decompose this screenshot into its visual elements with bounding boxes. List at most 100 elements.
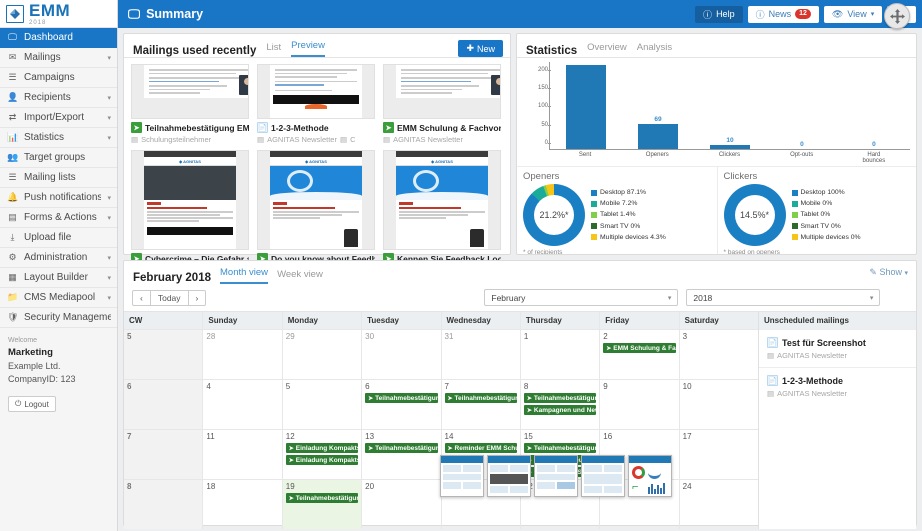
- sidebar-item-mailing-lists[interactable]: ☰Mailing lists: [0, 168, 117, 188]
- tab-overview[interactable]: Overview: [587, 43, 627, 58]
- calendar-day-cell[interactable]: 13➤Teilnahmebestätigung EMM Sc: [362, 429, 440, 479]
- calendar-day-cell[interactable]: 10: [680, 379, 758, 429]
- sidebar-item-label: Target groups: [24, 152, 111, 163]
- calendar-day-cell[interactable]: 4: [203, 379, 281, 429]
- sidebar-item-recipients[interactable]: 👤Recipients▾: [0, 88, 117, 108]
- mailing-thumbnail[interactable]: ◆ AGNITAS: [257, 150, 375, 250]
- app-logo[interactable]: EMM 2018: [0, 0, 117, 28]
- calendar-event[interactable]: ➤Kampagnen und Newsletter T: [524, 405, 596, 415]
- calendar-event[interactable]: ➤Teilnahmebestätigung EMM Sc: [365, 443, 437, 453]
- calendar-event[interactable]: ➤Einladung Kompaktseminar Lo: [286, 443, 358, 453]
- calendar-day-cell[interactable]: 1: [521, 329, 599, 379]
- calendar-event[interactable]: ➤Teilnahmebestätigung EMM Sc: [445, 393, 517, 403]
- today-button[interactable]: Today: [150, 290, 189, 306]
- unscheduled-mailing-item[interactable]: 📄1-2-3-Methode▤AGNITAS Newsletter: [759, 367, 916, 405]
- list-icon: ▤: [131, 135, 138, 144]
- gear-icon: ⚙: [7, 252, 18, 263]
- mailing-thumbnail[interactable]: [131, 64, 249, 119]
- calendar-week-number: 5: [124, 329, 202, 379]
- calendar-day-cell[interactable]: 5: [283, 379, 361, 429]
- monitor-icon: 🖵: [128, 7, 140, 22]
- calendar-event[interactable]: ➤Teilnahmebestätigung EMM Sc: [286, 493, 358, 503]
- calendar-day-cell[interactable]: 20: [362, 479, 440, 529]
- sidebar-item-import-export[interactable]: ⇄Import/Export▾: [0, 108, 117, 128]
- sidebar-item-mailings[interactable]: ✉Mailings▾: [0, 48, 117, 68]
- sidebar-item-campaigns[interactable]: ☰Campaigns: [0, 68, 117, 88]
- calendar-day-cell[interactable]: 19➤Teilnahmebestätigung EMM Sc: [283, 479, 361, 529]
- mailing-thumbnail[interactable]: ◆ AGNITAS: [131, 150, 249, 250]
- mailing-card[interactable]: 📄1-2-3-Methode▤AGNITAS Newsletter▤C: [253, 62, 379, 148]
- sidebar-item-upload-file[interactable]: ⤓Upload file: [0, 228, 117, 248]
- preview-thumbnail[interactable]: [534, 455, 578, 497]
- calendar-day-cell[interactable]: 28: [203, 329, 281, 379]
- calendar-day-cell[interactable]: 6➤Teilnahmebestätigung EMM Sc: [362, 379, 440, 429]
- new-mailing-button[interactable]: ✚ New: [458, 40, 503, 57]
- mailing-card[interactable]: ◆ AGNITAS➤Kennen Sie Feedback Loops?: [379, 148, 505, 268]
- mailing-card[interactable]: ◆ AGNITAS➤Cybercrime – Die Gefahr aus...: [127, 148, 253, 268]
- preview-thumbnails-overlay[interactable]: ⌐: [440, 455, 672, 497]
- mailing-thumbnail[interactable]: ◆ AGNITAS: [383, 150, 501, 250]
- sidebar-item-security-management[interactable]: 🛡Security Management: [0, 308, 117, 328]
- next-month-button[interactable]: ›: [188, 290, 207, 306]
- mailing-thumbnail[interactable]: [383, 64, 501, 119]
- calendar-event[interactable]: ➤Teilnahmebestätigung EMM Sc: [524, 393, 596, 403]
- legend-entry: Desktop 87.1%: [591, 187, 666, 198]
- calendar-day-cell[interactable]: 8➤Teilnahmebestätigung EMM Sc➤Kampagnen …: [521, 379, 599, 429]
- sidebar-item-cms-mediapool[interactable]: 📁CMS Mediapool▾: [0, 288, 117, 308]
- calendar-event[interactable]: ➤Teilnahmebestätigung EMM Sc: [524, 443, 596, 453]
- calendar-day-cell[interactable]: 12➤Einladung Kompaktseminar Lo➤Einladung…: [283, 429, 361, 479]
- sidebar-item-push-notifications[interactable]: 🔔Push notifications▾: [0, 188, 117, 208]
- mailing-thumbnail[interactable]: [257, 64, 375, 119]
- calendar-day-cell[interactable]: 7➤Teilnahmebestätigung EMM Sc: [442, 379, 520, 429]
- tab-list[interactable]: List: [266, 43, 281, 58]
- preview-thumbnail[interactable]: [440, 455, 484, 497]
- calendar-day-cell[interactable]: 9: [600, 379, 678, 429]
- calendar-day-cell[interactable]: 29: [283, 329, 361, 379]
- show-button[interactable]: ✎ Show ▾: [869, 267, 908, 278]
- mailing-card[interactable]: ◆ AGNITAS➤Do you know about Feedbac...: [253, 148, 379, 268]
- calendar-day-cell[interactable]: 18: [203, 479, 281, 529]
- mailing-card[interactable]: ➤Teilnahmebestätigung EMM ...▤Schulungst…: [127, 62, 253, 148]
- calendar-event[interactable]: ➤Einladung Kompaktseminar Lo: [286, 455, 358, 465]
- calendar-day-cell[interactable]: 2➤EMM Schulung & Fachvortrag: [600, 329, 678, 379]
- logout-button[interactable]: ⏻ Logout: [8, 396, 56, 412]
- mailing-card[interactable]: ➤EMM Schulung & Fachvortra...▤AGNITAS Ne…: [379, 62, 505, 148]
- calendar-column-sunday: Sunday2841118: [202, 312, 281, 529]
- calendar-event[interactable]: ➤Teilnahmebestätigung EMM Sc: [365, 393, 437, 403]
- sidebar-item-statistics[interactable]: 📊Statistics▾: [0, 128, 117, 148]
- sidebar-item-dashboard[interactable]: 🖵Dashboard: [0, 28, 117, 48]
- help-button[interactable]: ⓘ Help: [695, 6, 743, 23]
- calendar-day-cell[interactable]: 24: [680, 479, 758, 529]
- sidebar-item-layout-builder[interactable]: ▦Layout Builder▾: [0, 268, 117, 288]
- calendar-day-cell[interactable]: 31: [442, 329, 520, 379]
- chevron-down-icon: ▾: [107, 274, 111, 282]
- legend-entry: Tablet 0%: [792, 209, 861, 220]
- tab-month-view[interactable]: Month view: [220, 268, 268, 285]
- calendar-event[interactable]: ➤EMM Schulung & Fachvortrag: [603, 343, 675, 353]
- view-button[interactable]: 👁 View ▾: [824, 6, 882, 23]
- calendar-event[interactable]: ➤Reminder EMM Schulung & Fa: [445, 443, 517, 453]
- calendar-day-cell[interactable]: 3: [680, 329, 758, 379]
- tab-preview[interactable]: Preview: [291, 41, 325, 58]
- unscheduled-mailing-item[interactable]: 📄Test für Screenshot▤AGNITAS Newsletter: [759, 329, 916, 367]
- tab-analysis[interactable]: Analysis: [637, 43, 672, 58]
- calendar-day-cell[interactable]: 17: [680, 429, 758, 479]
- year-select[interactable]: 2018 ▾: [686, 289, 880, 306]
- sidebar-item-administration[interactable]: ⚙Administration▾: [0, 248, 117, 268]
- sidebar-item-label: Mailing lists: [24, 172, 111, 183]
- month-select[interactable]: February ▾: [484, 289, 678, 306]
- preview-thumbnail[interactable]: [487, 455, 531, 497]
- sidebar-item-target-groups[interactable]: 👥Target groups: [0, 148, 117, 168]
- mailing-card-subtitle-row: ▤AGNITAS Newsletter▤C: [257, 135, 375, 144]
- preview-thumbnail[interactable]: ⌐: [628, 455, 672, 497]
- column-header: Sunday: [203, 312, 281, 329]
- prev-month-button[interactable]: ‹: [132, 290, 151, 306]
- preview-thumbnail[interactable]: [581, 455, 625, 497]
- calendar-day-cell[interactable]: 11: [203, 429, 281, 479]
- sidebar-item-forms-actions[interactable]: ▤Forms & Actions▾: [0, 208, 117, 228]
- tab-week-view[interactable]: Week view: [277, 270, 323, 285]
- legend-label: Smart TV 0%: [801, 221, 841, 232]
- calendar-day-cell[interactable]: 30: [362, 329, 440, 379]
- news-button[interactable]: ⓘ News 12: [748, 6, 819, 23]
- unscheduled-subtitle-row: ▤AGNITAS Newsletter: [767, 389, 908, 398]
